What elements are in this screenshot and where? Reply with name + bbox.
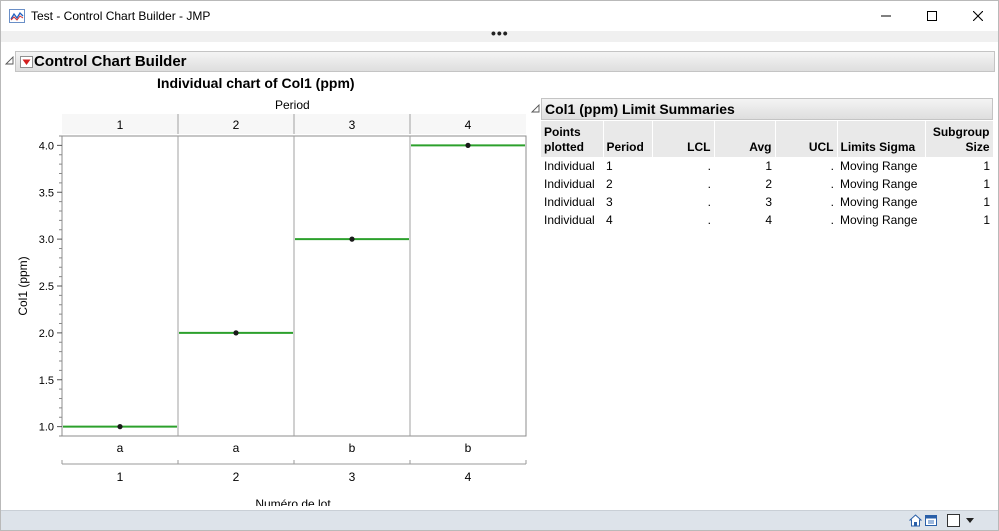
cell-period: 3 bbox=[603, 193, 652, 211]
cell-period: 4 bbox=[603, 211, 652, 229]
window-title: Test - Control Chart Builder - JMP bbox=[31, 9, 211, 23]
x-tick-label: 1 bbox=[117, 470, 124, 484]
cell-avg: 2 bbox=[714, 175, 775, 193]
x-tick-label: 4 bbox=[465, 470, 472, 484]
cell-ucl: . bbox=[775, 193, 837, 211]
chevron-down-icon[interactable] bbox=[965, 514, 975, 527]
phase-label: 1 bbox=[117, 118, 124, 132]
table-row: Individual 2 . 2 . Moving Range 1 bbox=[541, 175, 993, 193]
cell-points-plotted: Individual bbox=[541, 211, 603, 229]
home-icon[interactable] bbox=[909, 514, 922, 527]
cell-limits-sigma: Moving Range bbox=[837, 157, 925, 175]
minimize-button[interactable] bbox=[863, 1, 909, 31]
y-tick-label: 2.5 bbox=[39, 281, 54, 293]
cell-limits-sigma: Moving Range bbox=[837, 193, 925, 211]
maximize-button[interactable] bbox=[909, 1, 955, 31]
disclosure-triangle-icon[interactable] bbox=[531, 104, 540, 113]
cell-period: 1 bbox=[603, 157, 652, 175]
y-tick-label: 3.5 bbox=[39, 187, 54, 199]
jmp-window: Test - Control Chart Builder - JMP ••• C… bbox=[0, 0, 999, 531]
cell-subgroup-size: 1 bbox=[925, 193, 993, 211]
x-group-label: b bbox=[349, 441, 356, 455]
report-outline-header[interactable]: Control Chart Builder bbox=[15, 51, 995, 72]
y-tick-label: 4.0 bbox=[39, 140, 54, 152]
y-tick-label: 1.5 bbox=[39, 375, 54, 387]
column-header-ucl: UCL bbox=[775, 121, 838, 157]
jmp-chart-icon bbox=[9, 9, 25, 23]
column-header-lcl: LCL bbox=[652, 121, 715, 157]
phase-label: 4 bbox=[465, 118, 472, 132]
limit-summaries-table: Points plotted Period LCL Avg UCL Limits… bbox=[541, 121, 994, 229]
red-triangle-menu-icon bbox=[22, 59, 31, 65]
cell-subgroup-size: 1 bbox=[925, 175, 993, 193]
cell-subgroup-size: 1 bbox=[925, 211, 993, 229]
x-group-label: a bbox=[233, 441, 240, 455]
cell-ucl: . bbox=[775, 175, 837, 193]
status-bar bbox=[1, 510, 998, 530]
table-row: Individual 1 . 1 . Moving Range 1 bbox=[541, 157, 993, 175]
data-point bbox=[465, 142, 471, 148]
toolbar-grip-dots: ••• bbox=[491, 25, 509, 41]
limit-summaries-title: Col1 (ppm) Limit Summaries bbox=[545, 101, 735, 117]
x-group-label: b bbox=[465, 441, 472, 455]
cell-ucl: . bbox=[775, 211, 837, 229]
window-list-icon[interactable] bbox=[925, 514, 937, 527]
report-outline-title: Control Chart Builder bbox=[34, 53, 187, 70]
y-tick-label: 3.0 bbox=[39, 234, 54, 246]
column-header-limits-sigma: Limits Sigma bbox=[837, 121, 926, 157]
cell-lcl: . bbox=[652, 211, 714, 229]
column-header-avg: Avg bbox=[714, 121, 776, 157]
close-button[interactable] bbox=[955, 1, 999, 31]
control-chart: 1 2 3 4 1.0 1.5 2.0 2.5 3.0 3.5 4.0 Col1 (ppm) a a b b 1… bbox=[16, 114, 527, 506]
table-row: Individual 4 . 4 . Moving Range 1 bbox=[541, 211, 993, 229]
column-header-points-line2: plotted bbox=[544, 140, 584, 154]
table-row: Individual 3 . 3 . Moving Range 1 bbox=[541, 193, 993, 211]
phase-label: 2 bbox=[233, 118, 240, 132]
red-triangle-menu-button[interactable] bbox=[20, 56, 33, 68]
column-header-subgroup-size: Subgroup Size bbox=[925, 121, 994, 157]
limit-summaries-header[interactable]: Col1 (ppm) Limit Summaries bbox=[541, 98, 993, 120]
y-tick-label: 1.0 bbox=[39, 422, 54, 434]
y-tick-label: 2.0 bbox=[39, 328, 54, 340]
cell-period: 2 bbox=[603, 175, 652, 193]
data-point bbox=[349, 236, 355, 242]
disclosure-triangle-icon[interactable] bbox=[5, 56, 14, 65]
maximize-icon bbox=[927, 11, 937, 21]
phase-label: 3 bbox=[349, 118, 356, 132]
minimize-icon bbox=[881, 15, 891, 17]
cell-avg: 1 bbox=[714, 157, 775, 175]
cell-limits-sigma: Moving Range bbox=[837, 175, 925, 193]
data-point bbox=[117, 424, 123, 430]
cell-ucl: . bbox=[775, 157, 837, 175]
cell-points-plotted: Individual bbox=[541, 193, 603, 211]
data-point bbox=[233, 330, 239, 336]
cell-lcl: . bbox=[652, 157, 714, 175]
cell-avg: 3 bbox=[714, 193, 775, 211]
toolbar-grip[interactable]: ••• bbox=[1, 25, 998, 42]
column-header-points-plotted: Points plotted bbox=[541, 121, 604, 157]
x-tick-label: 3 bbox=[349, 470, 356, 484]
close-icon bbox=[973, 11, 983, 21]
window-select-icon[interactable] bbox=[947, 514, 960, 527]
cell-subgroup-size: 1 bbox=[925, 157, 993, 175]
column-header-size-line1: Subgroup bbox=[932, 125, 990, 139]
table-header-row: Points plotted Period LCL Avg UCL Limits… bbox=[541, 121, 994, 157]
column-header-points-line1: Points bbox=[544, 125, 581, 139]
chart-title: Individual chart of Col1 (ppm) bbox=[157, 75, 355, 91]
x-axis-label: Numéro de lot bbox=[255, 497, 331, 506]
y-axis-label: Col1 (ppm) bbox=[16, 256, 30, 315]
x-group-label: a bbox=[117, 441, 124, 455]
cell-limits-sigma: Moving Range bbox=[837, 211, 925, 229]
column-header-period: Period bbox=[603, 121, 653, 157]
cell-lcl: . bbox=[652, 175, 714, 193]
cell-avg: 4 bbox=[714, 211, 775, 229]
cell-points-plotted: Individual bbox=[541, 175, 603, 193]
column-header-size-line2: Size bbox=[965, 140, 990, 154]
cell-lcl: . bbox=[652, 193, 714, 211]
x-tick-label: 2 bbox=[233, 470, 240, 484]
cell-points-plotted: Individual bbox=[541, 157, 603, 175]
